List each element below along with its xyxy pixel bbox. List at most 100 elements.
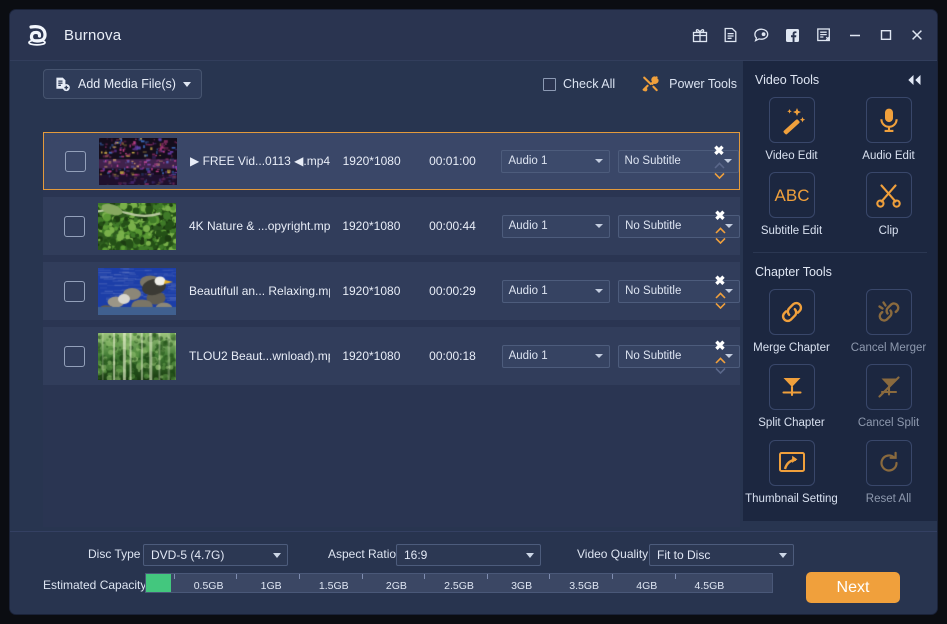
gift-icon[interactable]	[691, 27, 708, 44]
capacity-tick-label: 4GB	[636, 580, 658, 592]
row-actions: ✖	[700, 327, 740, 385]
subtitle-value: No Subtitle	[624, 155, 681, 167]
video-quality-value: Fit to Disc	[657, 548, 711, 562]
chevron-down-icon	[182, 81, 191, 87]
table-row[interactable]: 4K Nature & ...opyright.mp4 1920*1080 00:0…	[43, 197, 741, 255]
check-all-checkbox[interactable]: Check All	[543, 77, 615, 91]
capacity-tick	[424, 574, 426, 579]
checkbox-box-icon	[543, 77, 557, 91]
tool-clip[interactable]: Clip	[840, 172, 937, 238]
capacity-tick	[236, 574, 238, 579]
row-checkbox[interactable]	[65, 150, 86, 172]
collapse-panel-icon[interactable]	[906, 73, 923, 91]
chevron-down-icon	[526, 552, 534, 558]
aspect-ratio-select[interactable]: 16:9	[396, 544, 541, 566]
tool-cancel-split: Cancel Split	[840, 364, 937, 430]
move-down-icon[interactable]	[713, 172, 725, 179]
tool-thumbnail-setting[interactable]: Thumbnail Setting	[743, 439, 840, 506]
magic-wand-icon	[768, 97, 815, 143]
tool-label: Thumbnail Setting	[745, 492, 838, 505]
remove-file-icon[interactable]: ✖	[714, 144, 725, 157]
move-up-icon[interactable]	[714, 291, 726, 299]
subtitle-value: No Subtitle	[625, 285, 682, 297]
tool-subtitle-edit[interactable]: ABC Subtitle Edit	[743, 172, 840, 238]
row-checkbox[interactable]	[64, 215, 85, 237]
capacity-tick	[173, 574, 175, 579]
disc-type-select[interactable]: DVD-5 (4.7G)	[143, 544, 288, 566]
capacity-tick	[612, 574, 614, 579]
media-file-list: ▶ FREE Vid...0113 ◀.mp4 1920*1080 00:01:00…	[43, 132, 741, 527]
audio-track-select[interactable]: Audio 1	[501, 344, 611, 368]
aspect-ratio-label: Aspect Ratio:	[328, 547, 400, 561]
move-up-icon[interactable]	[714, 356, 726, 364]
chapter-tools-grid: Merge Chapter Cancel Merger Split Chapter C…	[743, 285, 937, 515]
disc-type-label: Disc Type	[88, 547, 141, 561]
register-icon[interactable]	[815, 27, 832, 44]
tool-label: Cancel Merger	[850, 341, 927, 354]
svg-text:ABC: ABC	[774, 186, 809, 205]
tool-merge-chapter[interactable]: Merge Chapter	[743, 288, 840, 355]
audio-track-value: Audio 1	[508, 220, 548, 232]
capacity-tick-label: 1.5GB	[318, 580, 349, 592]
move-down-icon[interactable]	[714, 302, 726, 309]
estimated-capacity-bar: 0.5GB 1GB 1.5GB 2GB 2.5GB 3GB 3.5GB 4GB 4.5GB	[145, 573, 773, 593]
resolution: 1920*1080	[342, 284, 401, 298]
tool-label: Subtitle Edit	[760, 225, 823, 238]
video-thumbnail	[99, 137, 177, 185]
move-down-icon	[714, 367, 726, 374]
move-down-icon[interactable]	[714, 237, 726, 244]
chapter-tools-title: Chapter Tools	[755, 264, 832, 279]
title-bar: Burnova	[10, 10, 937, 61]
document-icon[interactable]	[722, 27, 739, 44]
file-name: 4K Nature & ...opyright.mp4	[189, 219, 331, 233]
row-actions: ✖	[700, 262, 740, 320]
table-row[interactable]: TLOU2 Beaut...wnload).mp4 1920*1080 00:00:…	[43, 327, 741, 385]
row-actions: ✖	[699, 133, 739, 189]
window-controls	[691, 10, 925, 60]
add-media-button[interactable]: Add Media File(s)	[43, 69, 202, 99]
bottom-settings-bar: Disc Type DVD-5 (4.7G) Aspect Ratio: 16:…	[10, 531, 937, 614]
move-up-icon	[713, 161, 725, 169]
maximize-icon[interactable]	[877, 27, 894, 44]
power-tools-button[interactable]: Power Tools	[641, 75, 737, 93]
capacity-tick	[549, 574, 551, 579]
tool-label: Cancel Split	[857, 417, 920, 430]
remove-file-icon[interactable]: ✖	[715, 339, 726, 352]
video-quality-select[interactable]: Fit to Disc	[649, 544, 794, 566]
facebook-icon[interactable]	[784, 27, 801, 44]
capacity-tick-label: 3GB	[511, 580, 533, 592]
audio-track-select[interactable]: Audio 1	[501, 149, 610, 173]
row-checkbox[interactable]	[64, 345, 85, 367]
table-row[interactable]: ▶ FREE Vid...0113 ◀.mp4 1920*1080 00:01:00…	[43, 132, 740, 190]
tool-label: Split Chapter	[758, 417, 825, 430]
remove-file-icon[interactable]: ✖	[715, 209, 726, 222]
tool-label: Clip	[878, 225, 899, 238]
row-checkbox[interactable]	[64, 280, 85, 302]
close-icon[interactable]	[908, 27, 925, 44]
audio-track-value: Audio 1	[508, 285, 548, 297]
capacity-tick	[361, 574, 363, 579]
tool-split-chapter[interactable]: Split Chapter	[743, 364, 840, 430]
tool-label: Audio Edit	[862, 150, 915, 162]
audio-track-value: Audio 1	[508, 350, 548, 362]
next-button[interactable]: Next	[806, 572, 900, 603]
capacity-tick	[486, 574, 488, 579]
audio-track-select[interactable]: Audio 1	[501, 214, 611, 238]
capacity-tick	[674, 574, 676, 579]
video-thumbnail	[98, 332, 176, 380]
remove-file-icon[interactable]: ✖	[715, 274, 726, 287]
tool-audio-edit[interactable]: Audio Edit	[840, 97, 937, 163]
table-row[interactable]: Beautifull an... Relaxing.mp4 1920*1080 00…	[43, 262, 741, 320]
file-name: ▶ FREE Vid...0113 ◀.mp4	[190, 154, 331, 168]
move-up-icon[interactable]	[714, 226, 726, 234]
chat-bubble-icon[interactable]	[753, 27, 770, 44]
minimize-icon[interactable]	[846, 27, 863, 44]
cancel-split-icon	[865, 364, 912, 411]
tool-reset-all: Reset All	[840, 439, 937, 506]
tool-video-edit[interactable]: Video Edit	[743, 97, 840, 163]
audio-track-value: Audio 1	[508, 155, 548, 167]
file-name: Beautifull an... Relaxing.mp4	[189, 284, 331, 298]
capacity-tick-label: 2.5GB	[444, 580, 474, 592]
audio-track-select[interactable]: Audio 1	[501, 279, 611, 303]
video-quality-label: Video Quality:	[577, 547, 652, 561]
